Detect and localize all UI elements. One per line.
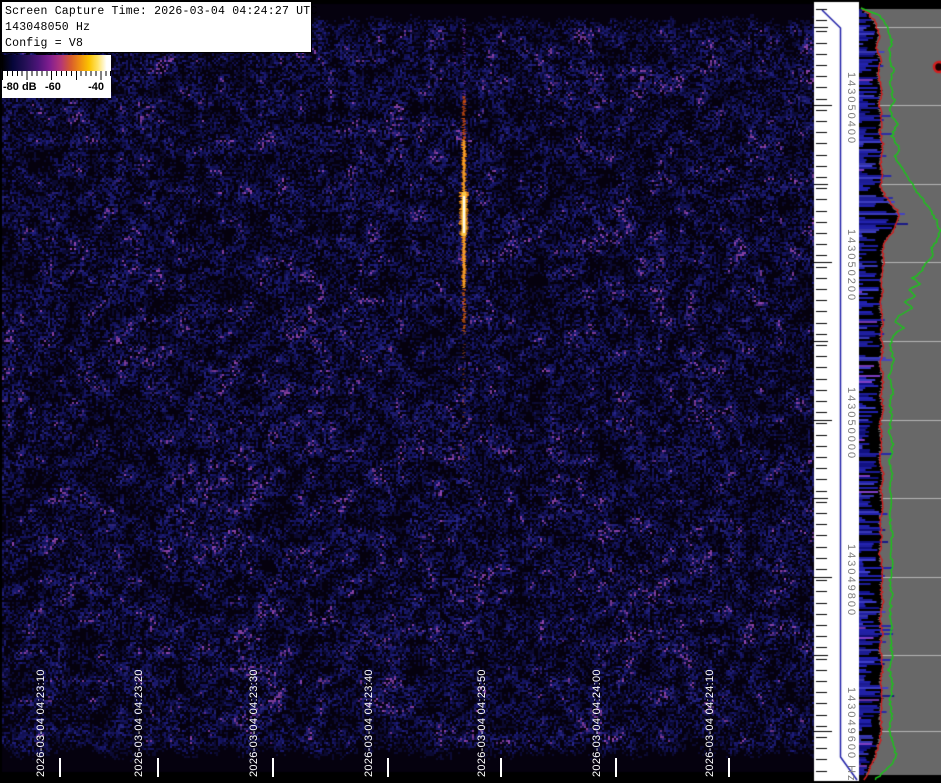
time-label-text: 2026-03-04 04:23:40 bbox=[363, 669, 375, 777]
time-tick-mark bbox=[59, 758, 61, 777]
time-label-text: 2026-03-04 04:23:20 bbox=[133, 669, 145, 777]
time-tick-mark bbox=[387, 758, 389, 777]
waterfall-canvas bbox=[0, 0, 941, 783]
center-frequency-text: 143048050 Hz bbox=[5, 20, 311, 36]
legend-db-mid-label: -60 bbox=[45, 81, 61, 93]
color-scale-legend: -80 dB -60 -40 bbox=[2, 55, 111, 98]
time-label-text: 2026-03-04 04:23:30 bbox=[248, 669, 260, 777]
time-tick-mark bbox=[615, 758, 617, 777]
time-label-text: 2026-03-04 04:24:10 bbox=[704, 669, 716, 777]
legend-db-min-label: -80 dB bbox=[3, 81, 37, 93]
legend-db-max-label: -40 bbox=[88, 81, 104, 93]
frequency-label-text: 143049800 bbox=[845, 544, 857, 617]
config-text: Config = V8 bbox=[5, 36, 311, 52]
spectrum-lab-screen: Screen Capture Time: 2026-03-04 04:24:27… bbox=[0, 0, 941, 783]
capture-info-box: Screen Capture Time: 2026-03-04 04:24:27… bbox=[2, 2, 312, 53]
frequency-label-text: 143049600 Hz bbox=[845, 687, 857, 783]
frequency-label-text: 143050400 bbox=[845, 72, 857, 145]
time-label-text: 2026-03-04 04:23:10 bbox=[35, 669, 47, 777]
time-tick-mark bbox=[728, 758, 730, 777]
time-tick-mark bbox=[500, 758, 502, 777]
color-scale-labels: -80 dB -60 -40 bbox=[2, 80, 111, 97]
frequency-label-text: 143050200 bbox=[845, 229, 857, 302]
time-label-text: 2026-03-04 04:23:50 bbox=[476, 669, 488, 777]
capture-time-text: Screen Capture Time: 2026-03-04 04:24:27… bbox=[5, 4, 311, 20]
color-scale-ruler bbox=[2, 71, 111, 80]
color-scale-gradient bbox=[2, 55, 111, 71]
time-label-text: 2026-03-04 04:24:00 bbox=[591, 669, 603, 777]
time-tick-mark bbox=[157, 758, 159, 777]
frequency-label-text: 143050000 bbox=[845, 387, 857, 460]
time-tick-mark bbox=[272, 758, 274, 777]
